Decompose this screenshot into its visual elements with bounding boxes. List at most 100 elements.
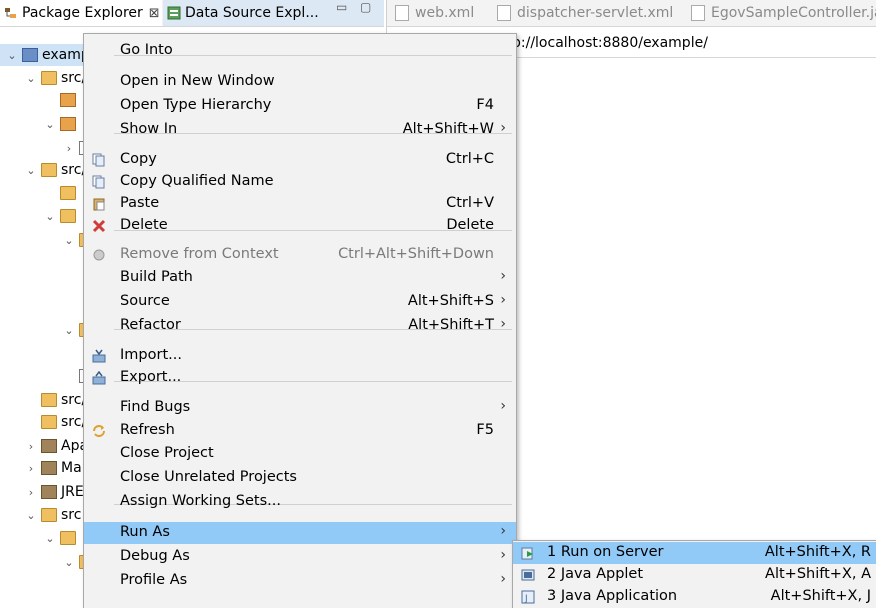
editor-tab-bar: web.xml dispatcher-servlet.xml EgovSampl…: [387, 0, 876, 27]
menu-item-label: Assign Working Sets...: [120, 493, 282, 509]
menu-item-shortcut: F5: [476, 422, 494, 438]
menu-item-export[interactable]: Export...: [84, 367, 516, 389]
submenu-item-label: 1 Run on Server: [547, 544, 664, 560]
menu-item-label: Close Project: [120, 445, 214, 461]
submenu-item-2-java-applet[interactable]: 2 Java Applet Alt+Shift+X, A: [513, 564, 876, 586]
folder-icon: [41, 393, 57, 407]
menu-item-open-type-hierarchy[interactable]: Open Type Hierarchy F4: [84, 95, 516, 117]
editor-tab-sample-controller[interactable]: EgovSampleController.ja: [691, 0, 876, 26]
menu-item-label: Refresh: [120, 422, 175, 438]
submenu-item-shortcut: Alt+Shift+X, R: [764, 544, 871, 560]
menu-item-shortcut: Ctrl+V: [446, 195, 494, 211]
submenu-item-3-java-application[interactable]: J 3 Java Application Alt+Shift+X, J: [513, 586, 876, 608]
expand-chevron-icon[interactable]: ›: [25, 440, 37, 453]
collapse-chevron-icon[interactable]: ⌄: [44, 532, 56, 545]
menu-item-new[interactable]: New›: [84, 34, 516, 38]
tab-data-source-label: Data Source Expl...: [185, 5, 319, 21]
menu-item-shortcut: Alt+Shift+W: [402, 121, 494, 137]
tab-package-explorer[interactable]: Package Explorer ⊠: [0, 0, 162, 26]
collapse-chevron-icon[interactable]: ⌄: [44, 118, 56, 131]
menu-item-paste[interactable]: Paste Ctrl+V: [84, 193, 516, 215]
expand-chevron-icon[interactable]: ›: [25, 462, 37, 475]
folder-icon: [41, 71, 57, 85]
library-icon: [41, 461, 57, 475]
expand-chevron-icon[interactable]: ›: [25, 486, 37, 499]
folder-icon: [60, 186, 76, 200]
collapse-chevron-icon[interactable]: ⌄: [63, 556, 75, 569]
menu-item-label: Open Type Hierarchy: [120, 97, 272, 113]
menu-item-copy-qualified-name[interactable]: Copy Qualified Name: [84, 171, 516, 193]
submenu-item-label: 2 Java Applet: [547, 566, 644, 582]
eclipse-window: Package Explorer ⊠ Data Source Expl... ▭…: [0, 0, 876, 608]
submenu-arrow-icon: ›: [500, 571, 506, 587]
xml-file-icon: [497, 5, 511, 21]
menu-item-label: Run As: [120, 524, 170, 540]
collapse-chevron-icon[interactable]: ⌄: [25, 72, 37, 85]
collapse-chevron-icon[interactable]: ⌄: [25, 509, 37, 522]
import-icon: [92, 349, 106, 363]
close-tab-icon[interactable]: ⊠: [149, 6, 160, 21]
package-icon: [60, 93, 76, 107]
menu-item-find-bugs[interactable]: Find Bugs ›: [84, 397, 516, 419]
menu-item-source[interactable]: Source Alt+Shift+S ›: [84, 291, 516, 313]
menu-item-label: Find Bugs: [120, 399, 191, 415]
menu-item-label: Refactor: [120, 317, 181, 333]
remove-context-icon: [92, 248, 106, 262]
editor-tab-dispatcher-servlet[interactable]: dispatcher-servlet.xml: [497, 0, 673, 26]
menu-item-debug-as[interactable]: Debug As ›: [84, 546, 516, 568]
data-source-icon: [167, 6, 181, 20]
collapse-chevron-icon[interactable]: ⌄: [63, 324, 75, 337]
menu-item-import[interactable]: Import...: [84, 345, 516, 367]
tree-item-label: Ma: [61, 460, 82, 476]
submenu-item-1-run-on-server[interactable]: 1 Run on Server Alt+Shift+X, R: [513, 542, 876, 564]
library-icon: [41, 439, 57, 453]
address-url: p://localhost:8880/example/: [512, 35, 708, 51]
menu-item-delete[interactable]: Delete Delete: [84, 215, 516, 237]
collapse-chevron-icon[interactable]: ⌄: [6, 49, 18, 62]
submenu-arrow-icon: ›: [500, 547, 506, 563]
minimize-icon[interactable]: ▭: [336, 0, 347, 14]
menu-item-go-into[interactable]: Go Into: [84, 40, 516, 62]
run-server-icon: [521, 546, 535, 560]
java-file-icon: [691, 5, 705, 21]
folder-icon: [41, 508, 57, 522]
xml-file-icon: [395, 5, 409, 21]
library-icon: [41, 485, 57, 499]
menu-item-label: Show In: [120, 121, 178, 137]
submenu-arrow-icon: ›: [500, 292, 506, 308]
submenu-item-label: 3 Java Application: [547, 588, 678, 604]
expand-chevron-icon[interactable]: ›: [63, 142, 75, 155]
tab-data-source-explorer[interactable]: Data Source Expl...: [163, 0, 384, 26]
menu-item-run-as[interactable]: Run As ›: [84, 522, 516, 544]
tree-item-label: JRE: [61, 484, 84, 500]
collapse-chevron-icon[interactable]: ⌄: [63, 234, 75, 247]
collapse-chevron-icon[interactable]: ⌄: [25, 164, 37, 177]
run-as-submenu: 1 Run on Server Alt+Shift+X, R 2 Java Appl…: [512, 540, 876, 608]
menu-item-label: Export...: [120, 369, 182, 385]
menu-item-label: Paste: [120, 195, 160, 211]
menu-item-show-in[interactable]: Show In Alt+Shift+W ›: [84, 119, 516, 141]
menu-item-close-unrelated-projects[interactable]: Close Unrelated Projects: [84, 467, 516, 489]
submenu-arrow-icon: ›: [500, 316, 506, 332]
menu-item-label: Remove from Context: [120, 246, 279, 262]
menu-item-label: Delete: [120, 217, 168, 233]
menu-item-refresh[interactable]: Refresh F5: [84, 420, 516, 442]
menu-item-profile-as[interactable]: Profile As ›: [84, 570, 516, 592]
copy-qualified-icon: [92, 175, 106, 189]
submenu-arrow-icon: ›: [500, 268, 506, 284]
menu-item-open-in-new-window[interactable]: Open in New Window: [84, 71, 516, 93]
menu-item-assign-working-sets[interactable]: Assign Working Sets...: [84, 491, 516, 513]
collapse-chevron-icon[interactable]: ⌄: [44, 210, 56, 223]
menu-item-refactor[interactable]: Refactor Alt+Shift+T ›: [84, 315, 516, 337]
submenu-arrow-icon: ›: [500, 523, 506, 539]
menu-item-copy[interactable]: Copy Ctrl+C: [84, 149, 516, 171]
menu-item-label: Copy: [120, 151, 157, 167]
menu-item-build-path[interactable]: Build Path ›: [84, 267, 516, 289]
delete-icon: [92, 219, 106, 233]
export-icon: [92, 370, 106, 385]
copy-icon: [92, 153, 106, 167]
menu-item-close-project[interactable]: Close Project: [84, 443, 516, 465]
editor-tab-web-xml[interactable]: web.xml: [395, 0, 474, 26]
menu-item-label: Build Path: [120, 269, 193, 285]
maximize-icon[interactable]: ▢: [360, 0, 371, 14]
